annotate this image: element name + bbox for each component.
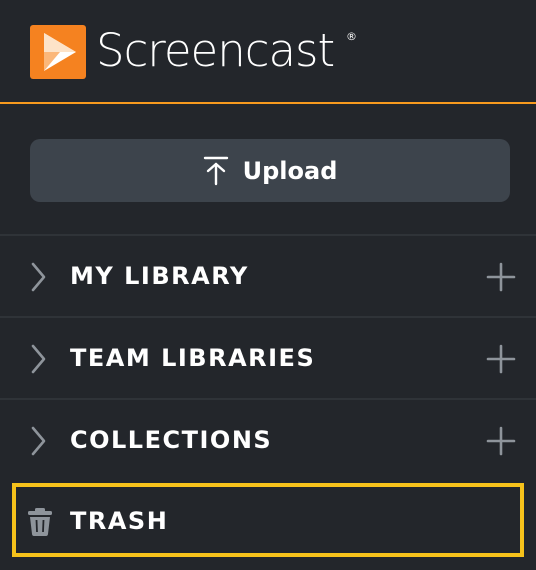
header: Screencast ® (0, 0, 536, 104)
upload-button[interactable]: Upload (30, 139, 510, 202)
nav-item-my-library[interactable]: MY LIBRARY (0, 234, 536, 316)
chevron-right-icon[interactable] (30, 344, 46, 378)
nav-item-team-libraries[interactable]: TEAM LIBRARIES (0, 316, 536, 398)
plus-icon[interactable] (486, 262, 516, 296)
chevron-right-icon[interactable] (30, 426, 46, 460)
trash-label: TRASH (70, 507, 169, 535)
upload-label: Upload (242, 156, 338, 185)
nav-item-trash[interactable]: TRASH (12, 483, 524, 557)
nav-item-label: MY LIBRARY (70, 262, 249, 290)
sidebar: Screencast ® Upload MY LIBRARY TEAM LIBR… (0, 0, 536, 570)
library-nav: MY LIBRARY TEAM LIBRARIES COLLECTIONS (0, 234, 536, 480)
nav-item-label: COLLECTIONS (70, 426, 273, 454)
trash-icon (28, 508, 52, 540)
upload-icon (203, 156, 229, 186)
plus-icon[interactable] (486, 344, 516, 378)
nav-item-collections[interactable]: COLLECTIONS (0, 398, 536, 480)
plus-icon[interactable] (486, 426, 516, 460)
chevron-right-icon[interactable] (30, 262, 46, 296)
brand-name: Screencast (96, 24, 335, 77)
screencast-logo-icon (30, 25, 86, 79)
nav-item-label: TEAM LIBRARIES (70, 344, 316, 372)
registered-mark: ® (346, 30, 357, 43)
